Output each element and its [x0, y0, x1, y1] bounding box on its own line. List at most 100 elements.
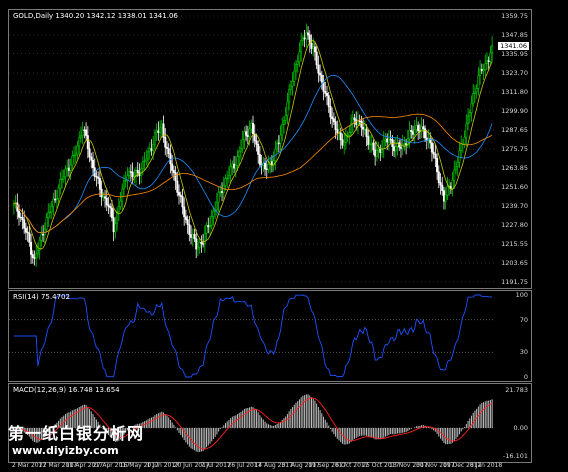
candle-body: [229, 166, 232, 176]
candle-body: [393, 146, 396, 152]
candle-body: [277, 142, 280, 145]
candle-body: [200, 242, 203, 244]
candle-body: [432, 151, 435, 155]
candle-body: [467, 115, 470, 125]
candle-body: [227, 174, 230, 179]
candle-body: [310, 42, 313, 49]
candle-body: [217, 191, 220, 203]
rsi-tick-label: 30: [519, 348, 528, 357]
candle-body: [178, 192, 181, 196]
candle-body: [465, 123, 468, 138]
rsi-axis: 100 70 30 0: [495, 291, 531, 381]
candle-body: [207, 225, 210, 228]
candle-body: [176, 180, 179, 193]
candle-body: [475, 88, 478, 93]
candle-body: [344, 135, 347, 143]
candle-body: [35, 253, 38, 259]
candle-body: [324, 91, 327, 94]
price-tick-label: 1227.80: [501, 220, 528, 229]
candle-body: [236, 156, 239, 166]
candle-body: [437, 171, 440, 183]
candle-body: [73, 154, 76, 157]
candle-body: [61, 178, 64, 181]
candle-body: [367, 136, 370, 146]
candle-body: [155, 130, 158, 134]
candle-body: [23, 219, 26, 229]
candle-body: [122, 180, 125, 190]
candle-body: [164, 137, 167, 148]
candle-body: [159, 127, 162, 133]
candle-body: [246, 134, 249, 138]
candle-body: [234, 165, 237, 169]
candle-body: [456, 162, 459, 168]
candle-body: [296, 61, 299, 65]
candle-body: [377, 148, 380, 151]
candle-body: [291, 81, 294, 87]
rsi-tick-label: 70: [519, 315, 528, 324]
candle-body: [59, 179, 62, 189]
candle-body: [67, 167, 70, 171]
candle-body: [368, 143, 371, 146]
candle-body: [300, 40, 303, 53]
candle-body: [129, 171, 132, 173]
price-tick-label: 1359.75: [501, 12, 528, 20]
candle-body: [389, 138, 392, 141]
candle-body: [408, 130, 411, 139]
candle-body: [169, 153, 172, 165]
rsi-pane[interactable]: RSI(14) 75.4702 100 70 30 0: [8, 290, 532, 382]
candle-body: [343, 142, 346, 146]
price-tick-label: 1251.60: [501, 183, 528, 192]
candle-body: [282, 119, 285, 125]
candle-body: [403, 143, 406, 145]
candle-body: [480, 69, 483, 72]
candle-body: [131, 171, 134, 178]
candle-body: [231, 163, 234, 168]
candle-body: [78, 137, 81, 147]
candle-body: [382, 139, 385, 150]
candle-body: [293, 70, 296, 82]
watermark-text: 第一纸白银分析网: [8, 424, 145, 443]
candle-body: [379, 148, 382, 153]
candle-body: [147, 151, 150, 160]
candle-body: [253, 133, 256, 142]
candle-body: [128, 171, 131, 176]
candle-body: [334, 121, 337, 130]
candle-body: [365, 128, 368, 137]
candle-body: [258, 154, 261, 165]
time-tick-label: 8 Jan 2018: [470, 462, 503, 469]
candle-body: [387, 138, 390, 143]
candle-body: [19, 216, 22, 219]
rsi-line: [13, 294, 493, 378]
candle-body: [241, 139, 244, 149]
candle-body: [264, 162, 267, 170]
macd-tick-label: 0.00: [513, 423, 528, 432]
candle-body: [410, 130, 413, 132]
candle-body: [252, 122, 255, 135]
candle-body: [195, 238, 198, 250]
candle-body: [386, 138, 389, 143]
candle-body: [353, 117, 356, 121]
candle-body: [208, 225, 211, 228]
candle-body: [172, 170, 175, 174]
candle-body: [336, 129, 339, 134]
candle-body: [482, 69, 485, 72]
candle-body: [69, 164, 72, 171]
candle-body: [33, 257, 36, 259]
candle-body: [136, 169, 139, 174]
candle-body: [348, 132, 351, 136]
candle-body: [484, 63, 487, 70]
candle-body: [375, 150, 378, 157]
candle-body: [288, 89, 291, 103]
price-tick-label: 1323.70: [501, 69, 528, 78]
candle-body: [45, 217, 48, 230]
candle-body: [143, 160, 146, 163]
candle-body: [453, 169, 456, 181]
candle-body: [54, 198, 57, 201]
candle-body: [233, 163, 236, 169]
price-chart-pane[interactable]: GOLD,Daily 1340.20 1342.12 1338.01 1341.…: [8, 9, 532, 289]
candle-body: [83, 129, 86, 131]
candle-body: [28, 232, 31, 243]
candle-body: [212, 210, 215, 217]
candle-body: [119, 200, 122, 207]
candle-body: [279, 134, 282, 144]
